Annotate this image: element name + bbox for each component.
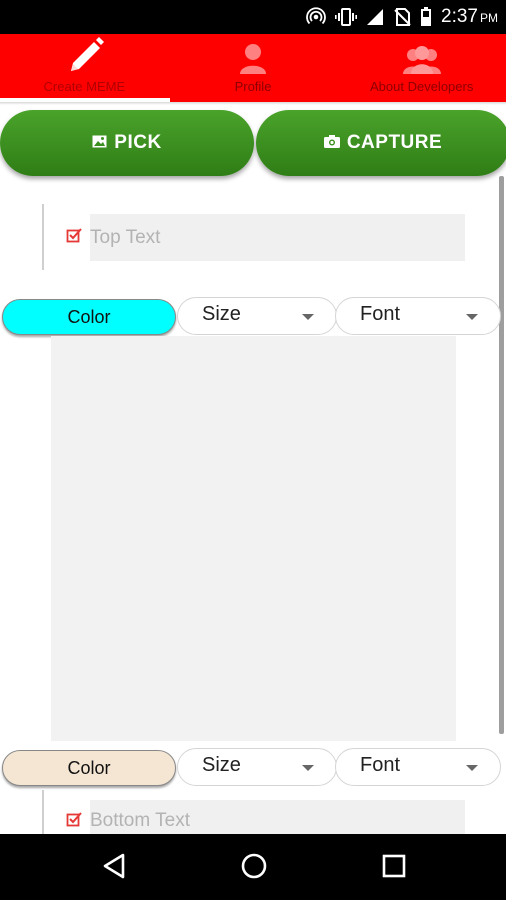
top-text-placeholder: Top Text [90, 226, 161, 248]
tab-create-meme[interactable]: Create MEME [0, 34, 169, 102]
pencil-icon [63, 35, 105, 75]
top-color-label: Color [67, 306, 111, 327]
capture-label: CAPTURE [346, 132, 443, 153]
status-time: 2:37 [441, 6, 478, 27]
camera-icon [323, 132, 340, 154]
dropdown-arrow-icon [302, 765, 314, 771]
tab-about-developers[interactable]: About Developers [337, 34, 506, 102]
home-button[interactable] [234, 848, 274, 888]
capture-button[interactable]: CAPTURE [256, 110, 506, 176]
hotspot-icon [306, 7, 326, 27]
top-size-dropdown[interactable]: Size [177, 297, 337, 335]
bottom-font-dropdown[interactable]: Font [335, 748, 501, 786]
top-font-label: Font [360, 303, 401, 325]
status-clock: 2:37 PM [441, 6, 498, 28]
dropdown-arrow-icon [466, 765, 478, 771]
no-sim-icon [393, 8, 411, 26]
bottom-text-row: Bottom Text [42, 790, 472, 834]
dropdown-arrow-icon [302, 314, 314, 320]
tab-label-create-meme: Create MEME [43, 79, 126, 94]
bottom-text-divider [42, 790, 44, 834]
bottom-color-label: Color [67, 757, 111, 778]
status-ampm: PM [480, 11, 498, 25]
app-screen: 2:37 PM Create MEME Profile About Develo… [0, 0, 506, 900]
person-icon [238, 35, 268, 75]
scrollbar[interactable] [499, 176, 504, 734]
tab-bar: Create MEME Profile About Developers [0, 34, 506, 102]
recents-button[interactable] [374, 848, 414, 888]
bottom-text-input[interactable]: Bottom Text [90, 800, 465, 834]
status-bar: 2:37 PM [0, 0, 506, 34]
home-icon [240, 852, 268, 885]
top-size-label: Size [202, 303, 241, 325]
bottom-text-placeholder: Bottom Text [90, 810, 190, 831]
navigation-bar [0, 834, 506, 900]
bottom-color-button[interactable]: Color [2, 750, 176, 786]
battery-icon [420, 7, 432, 27]
tab-label-about-developers: About Developers [370, 79, 474, 94]
signal-icon [366, 8, 384, 26]
bottom-size-dropdown[interactable]: Size [177, 748, 337, 786]
back-icon [101, 852, 127, 885]
image-icon [92, 132, 107, 154]
tab-profile[interactable]: Profile [169, 34, 338, 102]
top-text-input[interactable]: Top Text [90, 214, 465, 261]
top-font-dropdown[interactable]: Font [335, 297, 501, 335]
top-text-row: Top Text [42, 204, 472, 270]
tab-bar-shadow [0, 102, 506, 105]
pick-label: PICK [114, 132, 162, 153]
top-text-divider [42, 204, 44, 270]
dropdown-arrow-icon [466, 314, 478, 320]
checkbox-icon [66, 812, 82, 828]
top-color-button[interactable]: Color [2, 299, 176, 335]
tab-label-profile: Profile [234, 79, 272, 94]
pick-button[interactable]: PICK [0, 110, 254, 176]
bottom-font-label: Font [360, 754, 401, 776]
top-controls: Color Size Font [0, 297, 506, 337]
back-button[interactable] [94, 848, 134, 888]
meme-image-area[interactable] [51, 336, 456, 741]
recents-icon [381, 853, 407, 884]
bottom-size-label: Size [202, 754, 241, 776]
vibrate-icon [335, 7, 358, 27]
checkbox-icon [66, 228, 82, 244]
bottom-controls: Color Size Font [0, 748, 506, 788]
group-icon [401, 35, 443, 75]
